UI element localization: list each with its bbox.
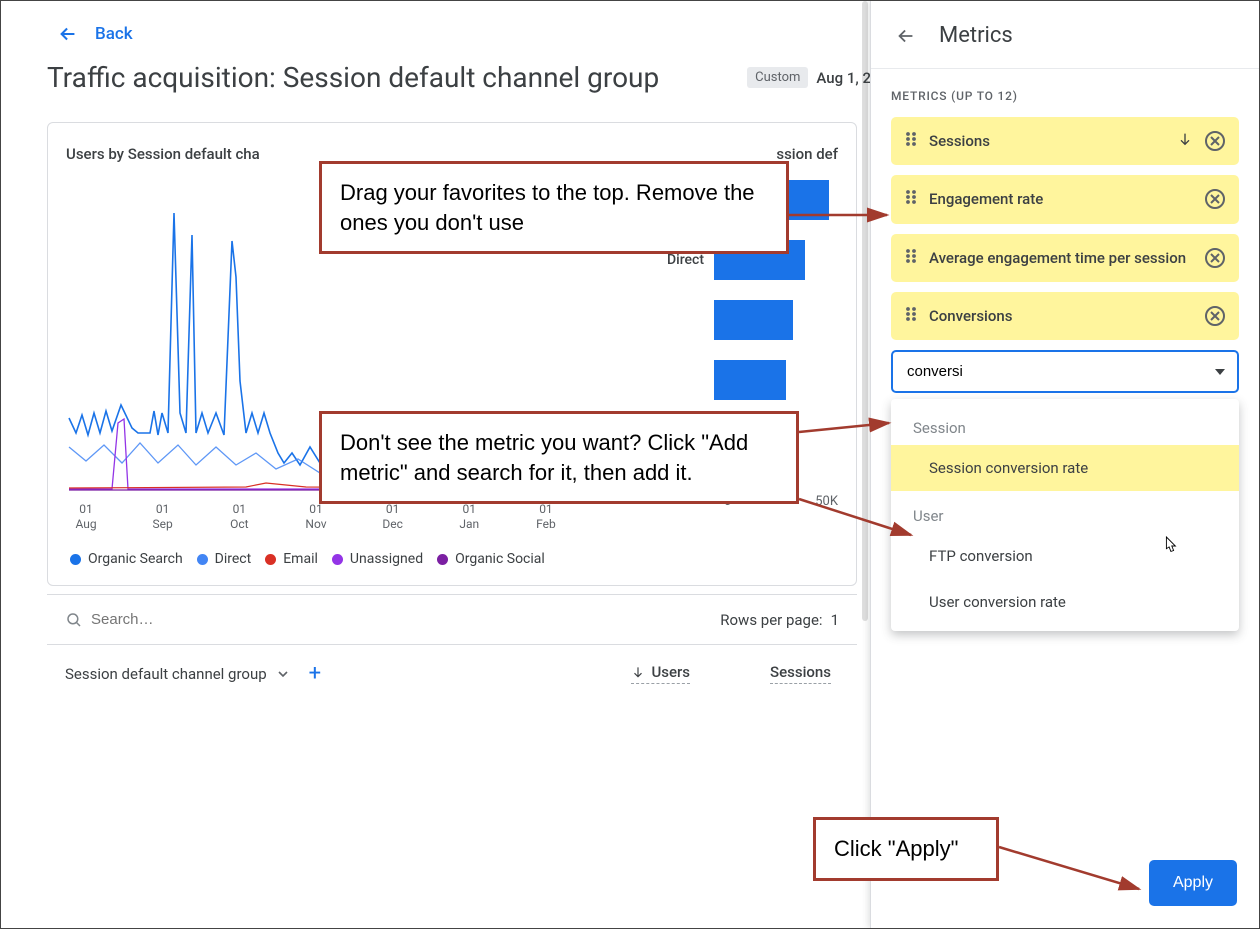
metric-dropdown: SessionSession conversion rateUserFTP co… [891,399,1239,631]
metric-chip[interactable]: Sessions [891,117,1239,165]
legend-dot-icon [437,554,448,565]
back-button[interactable]: Back [1,1,871,53]
arrow-left-icon[interactable] [895,25,917,47]
x-tick: 01Dec [373,502,413,533]
x-axis: 01Aug 01Sep 01Oct 01Nov 01Dec 01Jan 01Feb [66,502,566,533]
column-sessions[interactable]: Sessions [770,663,831,684]
legend-label: Email [283,551,318,567]
legend-label: Unassigned [350,551,423,567]
bar-value [714,300,793,340]
legend-label: Organic Social [455,551,545,567]
metrics-panel: Metrics METRICS (UP TO 12) Sessions Engag… [870,1,1259,928]
cursor-icon [1161,535,1179,557]
drag-handle-icon[interactable] [905,131,917,151]
dimension-select[interactable]: Session default channel group + [65,661,321,686]
remove-metric-button[interactable] [1205,131,1225,151]
dimension-label: Session default channel group [65,665,267,683]
metric-label: Sessions [929,131,1165,151]
legend-dot-icon [332,554,343,565]
annotation-apply: Click "Apply" [813,817,999,881]
add-dimension-button[interactable]: + [309,661,321,686]
dropdown-item[interactable]: User conversion rate [891,579,1239,625]
drag-handle-icon[interactable] [905,189,917,209]
legend-item[interactable]: Email [265,551,318,567]
x-tick: 01Feb [526,502,566,533]
bar-row [586,293,838,347]
arrow-down-icon [631,665,645,679]
annotation-arrow [799,419,899,445]
legend-label: Organic Search [88,551,183,567]
date-preset-chip[interactable]: Custom [747,67,808,88]
drag-handle-icon[interactable] [905,248,917,268]
panel-title: Metrics [939,23,1013,48]
date-range[interactable]: Aug 1, 2 [816,69,871,87]
column-label: Sessions [770,663,831,681]
annotation-add-metric: Don't see the metric you want? Click "Ad… [319,411,799,504]
sort-arrow-icon[interactable] [1177,131,1193,151]
x-tick: 01Oct [219,502,259,533]
legend-label: Direct [215,551,252,567]
remove-metric-button[interactable] [1205,189,1225,209]
annotation-arrow [789,201,899,231]
caret-down-icon [1215,369,1225,375]
page-title: Traffic acquisition: Session default cha… [47,61,747,94]
caret-down-icon [277,668,289,680]
column-label: Users [651,663,690,681]
arrow-left-icon [57,23,79,45]
legend-dot-icon [70,554,81,565]
line-chart-title: Users by Session default cha [66,145,260,163]
section-label: METRICS (UP TO 12) [891,89,1239,103]
header-row: Traffic acquisition: Session default cha… [1,53,871,118]
annotation-arrow [799,495,919,545]
metric-chip[interactable]: Engagement rate [891,175,1239,223]
drag-handle-icon[interactable] [905,306,917,326]
apply-button[interactable]: Apply [1149,860,1237,906]
legend-item[interactable]: Organic Search [70,551,183,567]
panel-header: Metrics [871,1,1259,69]
x-tick: 01Sep [143,502,183,533]
search-input[interactable] [83,607,720,632]
legend-item[interactable]: Direct [197,551,252,567]
remove-metric-button[interactable] [1205,248,1225,268]
table-toolbar: Rows per page: 1 [47,594,857,645]
metric-label: Engagement rate [929,189,1193,209]
add-metric-input[interactable] [891,350,1239,393]
metric-chip[interactable]: Average engagement time per session [891,234,1239,282]
bar-value [714,360,786,400]
legend-item[interactable]: Unassigned [332,551,423,567]
dropdown-group-label: User [891,491,1239,533]
rows-per-page-value[interactable]: 1 [831,611,839,629]
bar-label: Direct [586,252,714,268]
x-tick: 01Jan [449,502,489,533]
column-users[interactable]: Users [631,663,690,684]
legend-item[interactable]: Organic Social [437,551,545,567]
dropdown-item[interactable]: Session conversion rate [891,445,1239,491]
rows-per-page-label: Rows per page: [720,611,822,629]
legend-dot-icon [197,554,208,565]
bar-row [586,353,838,407]
legend-dot-icon [265,554,276,565]
search-icon [65,611,83,629]
back-label: Back [95,24,133,44]
table-header: Session default channel group + Users Se… [47,645,857,702]
metric-search-field[interactable] [905,362,1215,381]
metric-chip[interactable]: Conversions [891,292,1239,340]
annotation-drag: Drag your favorites to the top. Remove t… [319,161,789,254]
dropdown-group-label: Session [891,403,1239,445]
panel-body: METRICS (UP TO 12) Sessions Engagement ra… [871,69,1259,631]
chart-legend: Organic Search Direct Email Unassigned Organ… [66,533,838,573]
x-tick: 01Aug [66,502,106,533]
x-tick: 01Nov [296,502,336,533]
metric-label: Conversions [929,306,1193,326]
metric-label: Average engagement time per session [929,248,1193,268]
annotation-arrow [999,841,1149,901]
dropdown-item[interactable]: FTP conversion [891,533,1239,579]
remove-metric-button[interactable] [1205,306,1225,326]
